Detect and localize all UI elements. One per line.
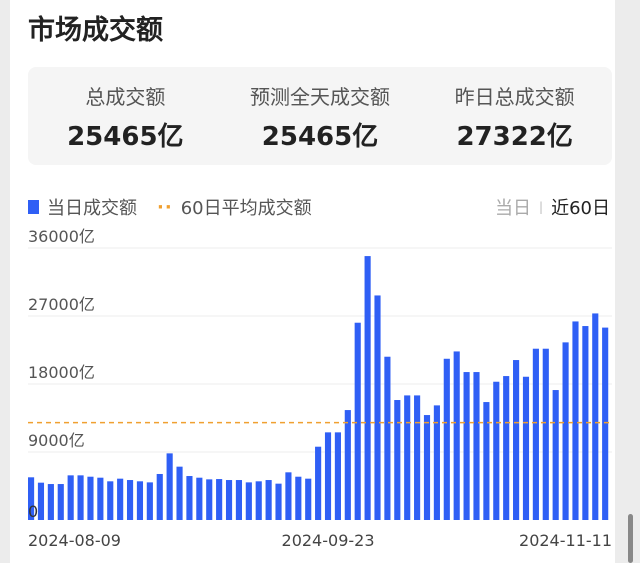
bar — [117, 478, 124, 520]
bar — [146, 482, 153, 520]
bar — [107, 481, 114, 520]
bar — [513, 360, 520, 520]
bar — [522, 376, 530, 520]
bar — [166, 453, 173, 520]
bar — [47, 484, 54, 520]
bar — [176, 466, 183, 520]
scrollbar[interactable] — [628, 514, 633, 563]
bar — [206, 479, 213, 520]
y-tick-label: 9000亿 — [28, 431, 85, 450]
x-tick-label: 2024-11-11 — [519, 531, 612, 550]
bar — [542, 348, 549, 520]
y-tick-label: 36000亿 — [28, 227, 95, 246]
bar — [404, 395, 411, 520]
bar — [156, 473, 163, 520]
bar — [503, 376, 510, 520]
bar — [245, 482, 252, 520]
bar — [463, 372, 470, 520]
bar — [443, 358, 450, 520]
bar — [324, 432, 332, 520]
bar — [562, 342, 569, 520]
bar — [334, 432, 341, 520]
bar — [354, 322, 361, 520]
bar — [572, 321, 579, 520]
bar — [97, 477, 104, 520]
bar — [394, 400, 401, 520]
bar — [295, 476, 302, 520]
bar — [364, 256, 371, 520]
bar — [126, 480, 134, 520]
bar-chart: 0 9000亿 18000亿 27000亿 36000亿 2024-08-09 2024-0… — [28, 227, 612, 550]
x-tick-label: 2024-08-09 — [28, 531, 121, 550]
bar — [265, 480, 272, 520]
bar — [87, 476, 94, 520]
y-tick-label: 27000亿 — [28, 295, 95, 314]
bar — [493, 381, 500, 520]
y-tick-label: 18000亿 — [28, 363, 95, 382]
bar — [602, 327, 609, 520]
bar — [532, 348, 539, 520]
bar — [344, 410, 351, 520]
bar — [77, 475, 84, 520]
bar — [275, 483, 282, 520]
bar — [136, 481, 144, 520]
bar — [305, 478, 312, 520]
bar — [67, 475, 74, 520]
bar — [483, 402, 490, 520]
bar — [37, 482, 45, 520]
bar — [423, 415, 431, 520]
bar — [186, 476, 193, 520]
bar — [384, 356, 391, 520]
bar — [315, 446, 322, 520]
bar — [374, 295, 381, 520]
bar — [473, 372, 480, 520]
y-tick-label: 0 — [28, 502, 38, 521]
bar — [285, 472, 292, 520]
bar — [216, 479, 223, 520]
x-tick-label: 2024-09-23 — [282, 531, 375, 550]
bar — [57, 484, 64, 520]
bar — [592, 313, 599, 520]
bar — [255, 481, 262, 520]
bar — [414, 395, 421, 520]
bar — [453, 351, 460, 520]
bar — [225, 480, 233, 520]
bar — [196, 477, 203, 520]
bar — [552, 390, 559, 520]
bar — [235, 480, 243, 520]
